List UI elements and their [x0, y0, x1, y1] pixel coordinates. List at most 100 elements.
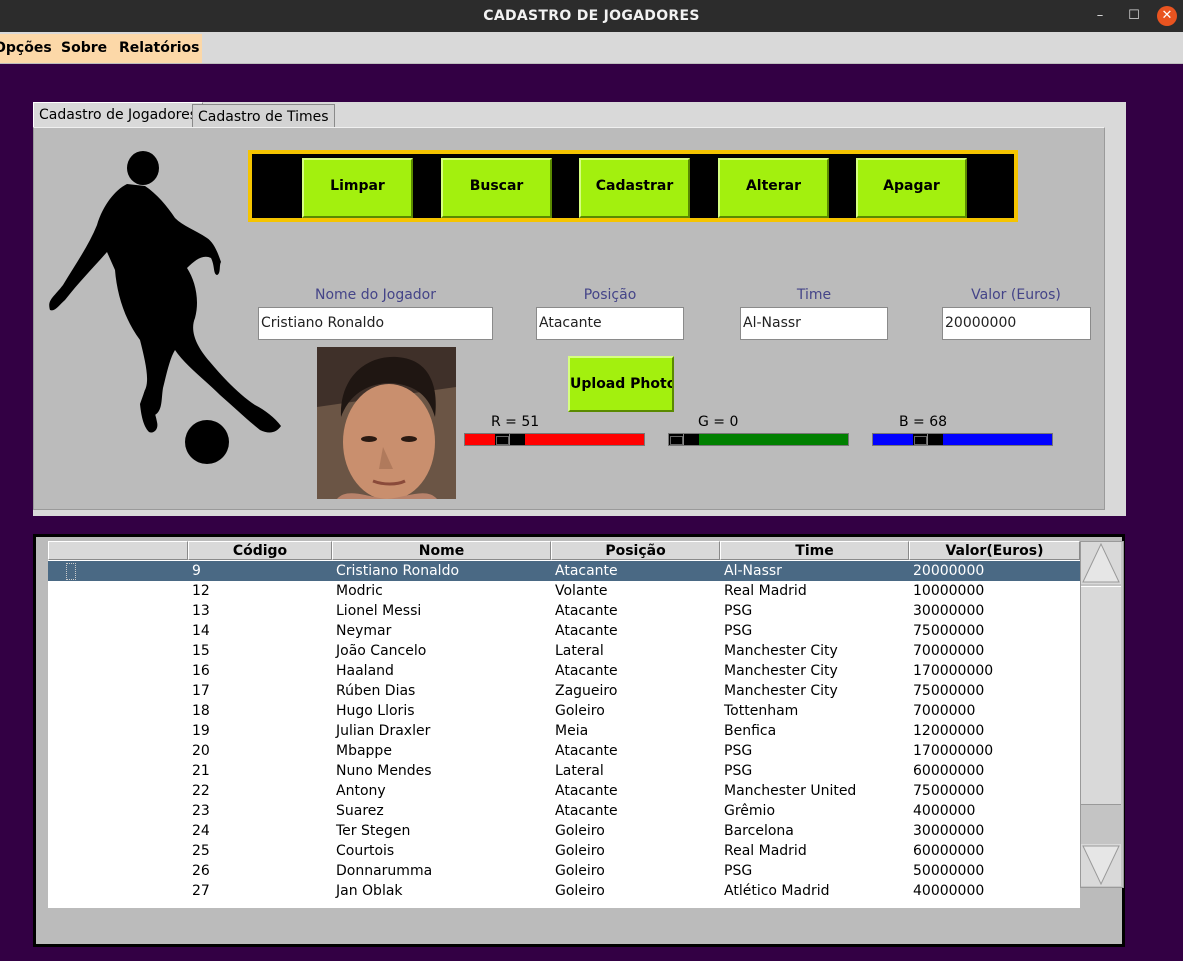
cell-code: 14: [192, 623, 210, 639]
red-slider-handle[interactable]: [495, 434, 525, 445]
cell-team: Barcelona: [724, 823, 794, 839]
cell-value: 75000000: [913, 783, 985, 799]
cell-team: Manchester City: [724, 643, 838, 659]
cell-team: PSG: [724, 763, 753, 779]
cell-team: Manchester City: [724, 683, 838, 699]
window-title: CADASTRO DE JOGADORES: [483, 8, 700, 24]
close-button[interactable]: ✕: [1157, 6, 1177, 26]
table-row[interactable]: 9 Cristiano Ronaldo Atacante Al-Nassr 200000…: [48, 561, 1080, 581]
scroll-down-button[interactable]: [1081, 844, 1121, 886]
column-header-position[interactable]: Posição: [551, 541, 720, 560]
column-header-index[interactable]: [48, 541, 188, 560]
cell-name: Hugo Lloris: [336, 703, 415, 719]
cell-name: João Cancelo: [336, 643, 427, 659]
players-table[interactable]: Código Nome Posição Time Valor(Euros) 9 C…: [48, 541, 1080, 908]
upload-photo-button[interactable]: Upload Photo: [568, 356, 674, 412]
cell-value: 40000000: [913, 883, 985, 899]
table-scrollbar[interactable]: [1080, 541, 1124, 888]
action-button-bar: Limpar Buscar Cadastrar Alterar Apagar: [248, 150, 1018, 222]
table-row[interactable]: 24 Ter Stegen Goleiro Barcelona 30000000: [48, 821, 1080, 841]
cell-team: Real Madrid: [724, 583, 807, 599]
value-input[interactable]: 20000000: [942, 307, 1091, 340]
cell-code: 13: [192, 603, 210, 619]
table-row[interactable]: 22 Antony Atacante Manchester United 7500000…: [48, 781, 1080, 801]
search-button[interactable]: Buscar: [441, 158, 552, 218]
table-row[interactable]: 20 Mbappe Atacante PSG 170000000: [48, 741, 1080, 761]
cell-name: Nuno Mendes: [336, 763, 432, 779]
scrollbar-thumb[interactable]: [1081, 586, 1121, 805]
cell-team: PSG: [724, 863, 753, 879]
cell-code: 25: [192, 843, 210, 859]
cell-code: 9: [192, 563, 201, 579]
table-row[interactable]: 13 Lionel Messi Atacante PSG 30000000: [48, 601, 1080, 621]
tab-team-registration[interactable]: Cadastro de Times: [192, 104, 335, 128]
green-slider-handle[interactable]: [669, 434, 699, 445]
table-row[interactable]: 15 João Cancelo Lateral Manchester City 7000…: [48, 641, 1080, 661]
column-header-value[interactable]: Valor(Euros): [909, 541, 1080, 560]
minimize-button[interactable]: –: [1090, 6, 1110, 26]
register-button[interactable]: Cadastrar: [579, 158, 690, 218]
position-input[interactable]: Atacante: [536, 307, 684, 340]
cell-code: 17: [192, 683, 210, 699]
team-label: Time: [796, 287, 832, 303]
blue-slider[interactable]: [872, 433, 1053, 446]
cell-value: 7000000: [913, 703, 976, 719]
table-row[interactable]: 26 Donnarumma Goleiro PSG 50000000: [48, 861, 1080, 881]
table-row[interactable]: 16 Haaland Atacante Manchester City 17000000…: [48, 661, 1080, 681]
cell-name: Courtois: [336, 843, 395, 859]
table-row[interactable]: 23 Suarez Atacante Grêmio 4000000: [48, 801, 1080, 821]
table-row[interactable]: 19 Julian Draxler Meia Benfica 12000000: [48, 721, 1080, 741]
table-row[interactable]: 12 Modric Volante Real Madrid 10000000: [48, 581, 1080, 601]
cell-code: 22: [192, 783, 210, 799]
red-slider[interactable]: [464, 433, 645, 446]
cell-value: 4000000: [913, 803, 976, 819]
team-input[interactable]: Al-Nassr: [740, 307, 888, 340]
cell-code: 16: [192, 663, 210, 679]
cell-name: Lionel Messi: [336, 603, 422, 619]
column-header-name[interactable]: Nome: [332, 541, 551, 560]
column-header-code[interactable]: Código: [188, 541, 332, 560]
cell-code: 27: [192, 883, 210, 899]
value-label: Valor (Euros): [971, 287, 1061, 303]
cell-value: 50000000: [913, 863, 985, 879]
menu-reports[interactable]: Relatórios: [119, 34, 200, 62]
update-button[interactable]: Alterar: [718, 158, 829, 218]
cell-position: Goleiro: [555, 863, 605, 879]
players-table-frame: Código Nome Posição Time Valor(Euros) 9 C…: [33, 534, 1125, 947]
table-row[interactable]: 18 Hugo Lloris Goleiro Tottenham 7000000: [48, 701, 1080, 721]
scroll-up-button[interactable]: [1081, 542, 1121, 584]
cell-position: Lateral: [555, 763, 604, 779]
table-row[interactable]: 27 Jan Oblak Goleiro Atlético Madrid 4000000…: [48, 881, 1080, 901]
maximize-button[interactable]: ☐: [1124, 6, 1144, 26]
clear-button[interactable]: Limpar: [302, 158, 413, 218]
tab-player-registration[interactable]: Cadastro de Jogadores: [33, 102, 203, 128]
table-row[interactable]: 17 Rúben Dias Zagueiro Manchester City 75000…: [48, 681, 1080, 701]
table-row[interactable]: 14 Neymar Atacante PSG 75000000: [48, 621, 1080, 641]
cell-position: Zagueiro: [555, 683, 618, 699]
red-slider-label: R = 51: [491, 414, 540, 430]
cell-name: Jan Oblak: [336, 883, 403, 899]
cell-position: Atacante: [555, 783, 618, 799]
cell-team: PSG: [724, 603, 753, 619]
table-row[interactable]: 21 Nuno Mendes Lateral PSG 60000000: [48, 761, 1080, 781]
player-name-input[interactable]: Cristiano Ronaldo: [258, 307, 493, 340]
cell-name: Ter Stegen: [336, 823, 411, 839]
blue-slider-handle[interactable]: [913, 434, 943, 445]
cell-team: Manchester United: [724, 783, 857, 799]
cell-code: 23: [192, 803, 210, 819]
cell-value: 170000000: [913, 663, 994, 679]
column-header-team[interactable]: Time: [720, 541, 909, 560]
cell-code: 24: [192, 823, 210, 839]
green-slider[interactable]: [668, 433, 849, 446]
cell-value: 70000000: [913, 643, 985, 659]
cell-code: 21: [192, 763, 210, 779]
player-name-label: Nome do Jogador: [314, 287, 436, 303]
cell-name: Suarez: [336, 803, 384, 819]
menu-options[interactable]: Opções: [0, 34, 52, 62]
green-slider-label: G = 0: [698, 414, 739, 430]
menu-about[interactable]: Sobre: [61, 34, 107, 62]
cell-team: Manchester City: [724, 663, 838, 679]
delete-button[interactable]: Apagar: [856, 158, 967, 218]
cell-code: 20: [192, 743, 210, 759]
table-row[interactable]: 25 Courtois Goleiro Real Madrid 60000000: [48, 841, 1080, 861]
